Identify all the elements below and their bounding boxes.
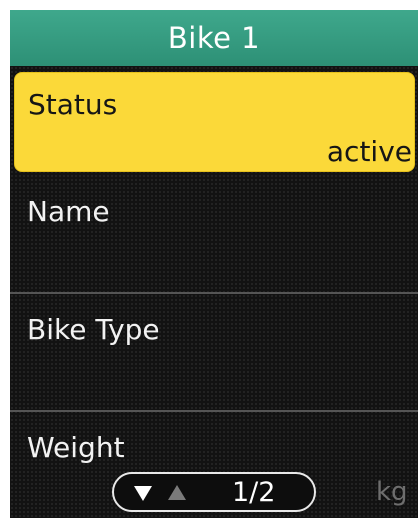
triangle-up-icon[interactable] [168, 485, 186, 500]
weight-unit: kg [376, 477, 408, 507]
triangle-down-icon[interactable] [134, 486, 152, 501]
row-label: Bike Type [27, 313, 160, 346]
bike-settings-screen: Bike 1 Status active Name Bike Type Weig… [10, 10, 418, 518]
row-label: Name [27, 195, 110, 228]
screen-title: Bike 1 [167, 21, 261, 55]
row-label: Status [28, 88, 118, 121]
divider [10, 410, 418, 412]
row-bike-type[interactable]: Bike Type [10, 296, 418, 414]
status-value: active [326, 135, 412, 168]
divider [10, 292, 418, 294]
row-label: Weight [27, 431, 125, 464]
page-indicator: 1/2 [232, 477, 276, 508]
row-name[interactable]: Name [10, 178, 418, 296]
row-status[interactable]: Status active [14, 72, 415, 172]
page-navigator: 1/2 [112, 472, 316, 512]
title-bar: Bike 1 [10, 10, 418, 66]
